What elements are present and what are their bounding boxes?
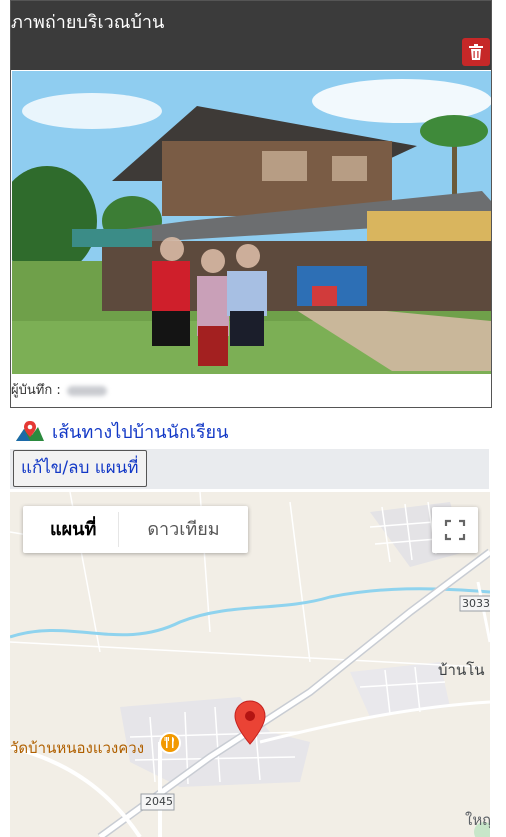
map-type-control: แผนที่ ดาวเทียม xyxy=(23,506,248,553)
road-badge-2045: 2045 xyxy=(145,795,173,808)
map-type-roadmap-button[interactable]: แผนที่ xyxy=(23,506,118,553)
delete-photo-button[interactable] xyxy=(462,38,490,66)
fullscreen-icon xyxy=(444,519,466,541)
google-map[interactable]: 3033 2045 บ้านโน วัดบ้านหนองแวงควง ใหญ แ… xyxy=(10,492,490,837)
house-photo-panel: ภาพถ่ายบริเวณบ้าน ผู้บันทึก: xyxy=(10,0,492,408)
route-to-home-link[interactable]: เส้นทางไปบ้านนักเรียน xyxy=(14,417,228,446)
map-pin-icon xyxy=(16,420,44,441)
recorder-row: ผู้บันทึก : xyxy=(11,379,107,400)
restaurant-icon[interactable] xyxy=(159,732,181,754)
panel-header: ภาพถ่ายบริเวณบ้าน xyxy=(11,1,491,70)
recorder-name-redacted xyxy=(66,385,107,396)
map-type-satellite-button[interactable]: ดาวเทียม xyxy=(119,506,247,553)
village-label: บ้านโน xyxy=(438,661,485,679)
road-badge-3033: 3033 xyxy=(462,597,490,610)
fullscreen-button[interactable] xyxy=(432,507,478,553)
route-link-text: เส้นทางไปบ้านนักเรียน xyxy=(52,422,229,443)
partial-place-label: ใหญ xyxy=(465,811,490,829)
trash-icon xyxy=(469,44,483,60)
panel-title: ภาพถ่ายบริเวณบ้าน xyxy=(11,12,165,33)
temple-label: วัดบ้านหนองแวงควง xyxy=(10,739,145,757)
edit-delete-map-button[interactable]: แก้ไข/ลบ แผนที่ xyxy=(13,450,147,487)
recorder-label: ผู้บันทึก : xyxy=(11,383,61,398)
house-photo xyxy=(12,71,491,374)
location-marker-icon[interactable] xyxy=(233,700,267,746)
